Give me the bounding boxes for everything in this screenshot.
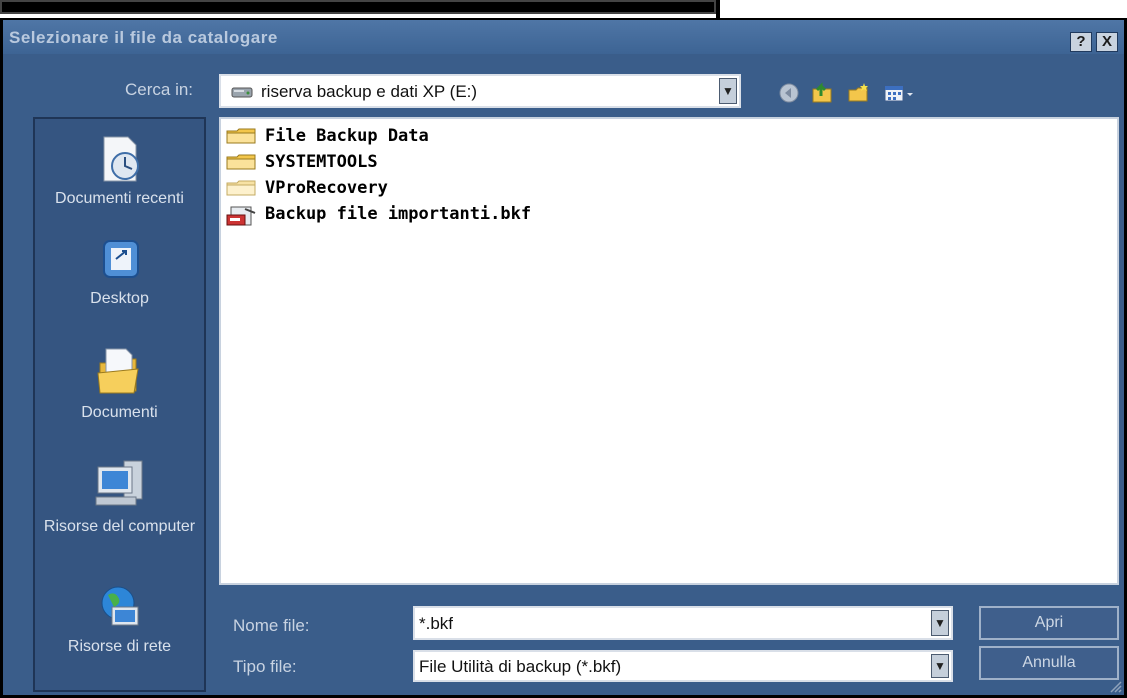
file-name: Backup file importanti.bkf bbox=[265, 204, 532, 224]
background-window-edge-right bbox=[716, 0, 720, 18]
filename-combo[interactable]: *.bkf ▼ bbox=[413, 606, 953, 640]
place-recent-documents[interactable]: Documenti recenti bbox=[35, 133, 204, 209]
list-item[interactable]: File Backup Data bbox=[225, 125, 625, 147]
place-label-network: Risorse di rete bbox=[67, 638, 172, 655]
filename-label: Nome file: bbox=[233, 616, 310, 635]
place-network[interactable]: Risorse di rete bbox=[35, 583, 204, 657]
lookin-dropdown-arrow[interactable]: ▼ bbox=[719, 78, 737, 104]
places-bar: Documenti recenti Desktop Documenti Riso… bbox=[33, 117, 206, 692]
place-label-desktop: Desktop bbox=[90, 290, 149, 307]
file-name: SYSTEMTOOLS bbox=[265, 152, 378, 172]
file-open-dialog: Selezionare il file da catalogare ? X Ce… bbox=[0, 20, 1127, 698]
new-folder-icon[interactable] bbox=[847, 82, 871, 104]
folder-icon bbox=[226, 154, 256, 170]
help-button[interactable]: ? bbox=[1070, 32, 1092, 52]
place-my-computer[interactable]: Risorse del computer bbox=[35, 457, 204, 537]
title-bar[interactable]: Selezionare il file da catalogare ? X bbox=[3, 20, 1124, 54]
background-window-edge bbox=[0, 0, 716, 14]
drive-icon bbox=[231, 87, 253, 98]
lookin-combo[interactable]: riserva backup e dati XP (E:) ▼ bbox=[219, 74, 741, 108]
place-documents[interactable]: Documenti bbox=[35, 345, 204, 423]
close-button[interactable]: X bbox=[1096, 32, 1118, 52]
place-label-recent: Documenti recenti bbox=[55, 190, 184, 207]
network-icon bbox=[101, 586, 138, 626]
up-folder-icon[interactable] bbox=[811, 82, 835, 104]
desktop-icon bbox=[102, 240, 139, 278]
backup-file-icon bbox=[226, 206, 256, 226]
cancel-button[interactable]: Annulla bbox=[979, 646, 1119, 680]
filetype-dropdown-arrow[interactable]: ▼ bbox=[931, 654, 949, 678]
list-item[interactable]: VProRecovery bbox=[225, 177, 625, 199]
background-strip bbox=[0, 0, 1127, 18]
view-menu-icon[interactable] bbox=[883, 82, 917, 104]
filename-dropdown-arrow[interactable]: ▼ bbox=[931, 610, 949, 636]
place-label-my-computer: Risorse del computer bbox=[43, 518, 196, 535]
place-desktop[interactable]: Desktop bbox=[35, 237, 204, 309]
recent-documents-icon bbox=[103, 136, 139, 182]
folder-icon bbox=[226, 180, 256, 196]
file-name: VProRecovery bbox=[265, 178, 388, 198]
filename-value: *.bkf bbox=[419, 614, 454, 633]
filetype-label: Tipo file: bbox=[233, 657, 297, 676]
documents-folder-icon bbox=[96, 348, 139, 394]
list-item[interactable]: Backup file importanti.bkf bbox=[225, 203, 675, 226]
filetype-value: File Utilità di backup (*.bkf) bbox=[419, 657, 622, 676]
my-computer-icon bbox=[95, 460, 142, 506]
back-arrow-icon[interactable] bbox=[777, 82, 801, 104]
lookin-value: riserva backup e dati XP (E:) bbox=[261, 82, 478, 101]
folder-icon bbox=[226, 128, 256, 144]
lookin-label: Cerca in: bbox=[125, 80, 194, 99]
place-label-documents: Documenti bbox=[81, 404, 158, 421]
filetype-combo[interactable]: File Utilità di backup (*.bkf) ▼ bbox=[413, 650, 953, 682]
list-item[interactable]: SYSTEMTOOLS bbox=[225, 151, 625, 173]
file-list[interactable]: File Backup Data SYSTEMTOOLS VProRecover… bbox=[219, 117, 1119, 585]
file-name: File Backup Data bbox=[265, 126, 429, 146]
dialog-title: Selezionare il file da catalogare bbox=[9, 28, 278, 47]
resize-grip-icon[interactable] bbox=[1108, 679, 1122, 693]
open-button[interactable]: Apri bbox=[979, 606, 1119, 640]
